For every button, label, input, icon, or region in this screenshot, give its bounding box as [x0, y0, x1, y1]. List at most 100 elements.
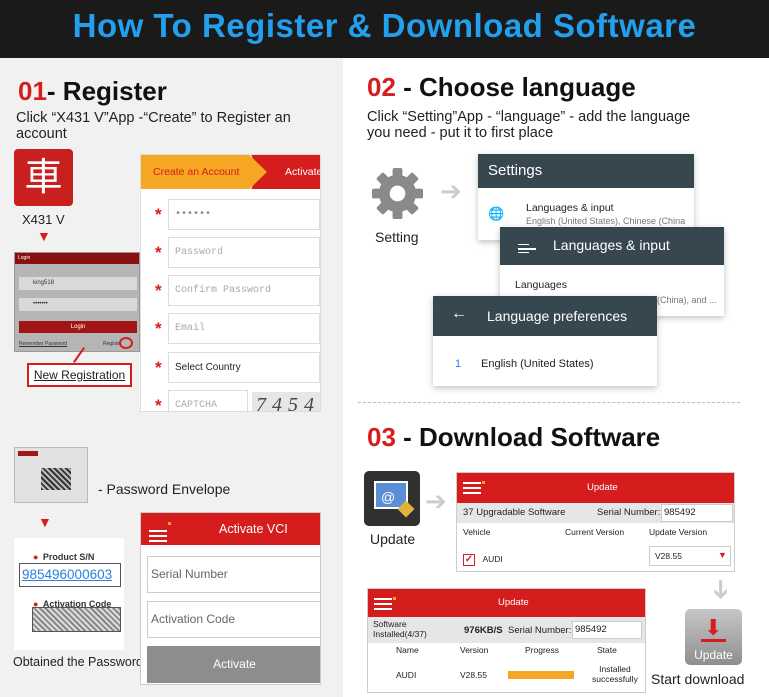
step2-desc-line2: you need - put it to first place [367, 125, 554, 141]
language-preferences-title: Language preferences [487, 308, 628, 324]
username-row: * •••••• [141, 199, 320, 232]
required-star: * [155, 281, 162, 300]
download-progress-screen: Update Software Installed(4/37) 976KB/S S… [367, 588, 646, 693]
download-base-line [701, 639, 726, 642]
login-title: Login [15, 253, 139, 264]
col-progress: Progress [525, 645, 560, 655]
download-speed: 976KB/S [464, 625, 503, 636]
settings-gear-icon[interactable] [370, 166, 425, 221]
language-preferences-header: ← Language preferences [433, 296, 657, 336]
step2-desc-line1: Click “Setting”App - “language” - add th… [367, 109, 691, 125]
download-arrow-icon: ⬇ [704, 615, 723, 640]
login-screen: Login king518 ••••••• Login Remember Pas… [14, 252, 140, 352]
step2-description: Click “Setting”App - “language” - add th… [367, 109, 757, 141]
remember-password-link[interactable]: Remember Password [19, 341, 67, 347]
serial-number-label: Serial Number: [508, 625, 572, 636]
username-input[interactable]: •••••• [168, 199, 320, 230]
start-download-label: Start download [651, 671, 745, 687]
checkbox-checked-icon[interactable]: ✓ [463, 554, 475, 566]
at-sign-icon: @ [381, 489, 396, 505]
setting-app-label: Setting [375, 229, 419, 245]
step2-number: 02 [367, 72, 396, 102]
row-name: AUDI [396, 670, 417, 680]
menu-icon[interactable] [149, 522, 171, 554]
tab-create-account[interactable]: Create an Account [141, 155, 267, 189]
step1-description: Click “X431 V”App -“Create” to Register … [16, 110, 336, 142]
step1-desc-line1: Click “X431 V”App -“Create” to Register … [16, 110, 291, 126]
required-star: * [155, 243, 162, 262]
login-button[interactable]: Login [19, 321, 137, 333]
email-row: * Email [141, 313, 320, 346]
languages-subtitle: (China), and ... [657, 295, 717, 305]
new-registration-callout[interactable]: New Registration [27, 363, 132, 387]
pref-language-item[interactable]: English (United States) [481, 358, 594, 370]
page-banner: How To Register & Download Software [0, 0, 769, 58]
activation-code-scratch [32, 607, 121, 632]
col-current-version: Current Version [565, 527, 625, 537]
password-input[interactable]: Password [168, 237, 320, 268]
row-version: V28.55 [460, 670, 487, 680]
table-row[interactable]: ✓ AUDI [463, 549, 503, 567]
update-title: Update [498, 597, 529, 608]
step1-number: 01 [18, 76, 47, 106]
arrow-right-icon: ➔ [425, 486, 447, 516]
col-version: Version [460, 645, 489, 655]
arrow-down-icon: ▼ [37, 228, 51, 244]
step2-heading: 02 - Choose language [367, 72, 636, 103]
vci-header: Activate VCI [141, 513, 320, 545]
password-row: * Password [141, 237, 320, 270]
col-vehicle: Vehicle [463, 527, 491, 537]
step3-title: - Download Software [395, 422, 661, 452]
confirm-password-row: * Confirm Password [141, 275, 320, 308]
register-highlight-circle [119, 337, 133, 349]
update-download-button[interactable]: ⬇ Update [685, 609, 742, 665]
x431-app-icon[interactable]: 車 [14, 149, 73, 206]
menu-icon[interactable] [463, 481, 485, 499]
envelope-scratch-area [41, 468, 71, 490]
activate-button[interactable]: Activate [147, 646, 320, 683]
envelope-logo [18, 451, 38, 456]
upgradable-count: 37 Upgradable Software [463, 507, 566, 518]
step1-title: - Register [46, 76, 167, 106]
update-app-icon[interactable]: @ [364, 471, 420, 526]
col-update-version: Update Version [649, 527, 708, 537]
serial-number-value: 985492 [661, 504, 733, 522]
activate-vci-screen: Activate VCI Serial Number Activation Co… [140, 512, 321, 685]
step1-heading: 01- Register [18, 76, 167, 107]
step2-title: - Choose language [395, 72, 636, 102]
captcha-input[interactable]: CAPTCHA [168, 390, 248, 411]
row-state: Installed successfully [592, 664, 638, 684]
form-header: Activate Create an Account [141, 155, 320, 189]
confirm-password-input[interactable]: Confirm Password [168, 275, 320, 306]
update-info-bar: 37 Upgradable Software Serial Number: 98… [457, 503, 734, 523]
login-username-field[interactable]: king518 [19, 277, 137, 290]
progress-track [508, 671, 574, 679]
update-button-label: Update [694, 648, 733, 662]
required-star: * [155, 358, 162, 377]
required-star: * [155, 205, 162, 224]
step1-desc-line2: account [16, 126, 67, 142]
table-row[interactable]: AUDI V28.55 Installed successfully [368, 657, 645, 692]
settings-title: Settings [478, 154, 694, 188]
update-version-select[interactable]: V28.55 ▼ [649, 546, 731, 566]
login-password-field[interactable]: ••••••• [19, 298, 137, 311]
serial-number-input[interactable]: Serial Number [147, 556, 320, 593]
menu-icon[interactable] [374, 597, 396, 615]
section-divider [358, 402, 740, 403]
languages-input-item[interactable]: Languages & input [526, 202, 614, 214]
email-input[interactable]: Email [168, 313, 320, 344]
installed-count: Software Installed(4/37) [373, 619, 427, 639]
serial-number-label: Serial Number: [597, 507, 661, 518]
captcha-image: 7454 [252, 392, 320, 411]
country-select[interactable]: Select Country [168, 352, 320, 383]
progress-fill [508, 671, 574, 679]
activation-code-input[interactable]: Activation Code [147, 601, 320, 638]
languages-item[interactable]: Languages [515, 279, 567, 291]
languages-input-subtitle: English (United States), Chinese (China [526, 216, 686, 226]
upgradable-software-screen: Update 37 Upgradable Software Serial Num… [456, 472, 735, 572]
menu-icon[interactable] [518, 240, 536, 258]
globe-icon: 🌐 [488, 206, 505, 221]
col-name: Name [396, 645, 419, 655]
back-arrow-icon[interactable]: ← [451, 305, 467, 323]
envelope-label: - Password Envelope [98, 481, 231, 497]
